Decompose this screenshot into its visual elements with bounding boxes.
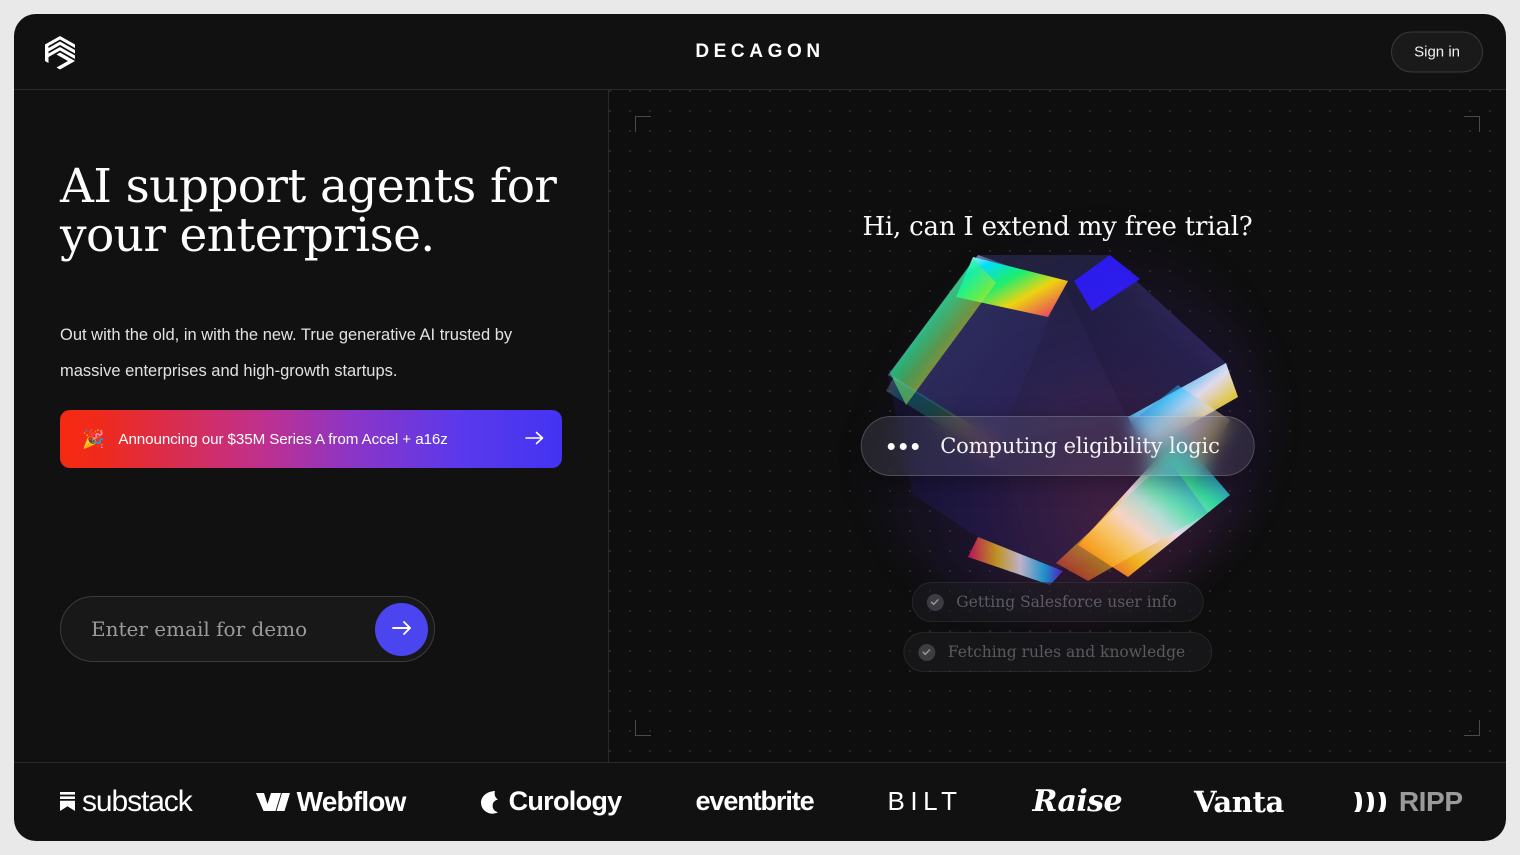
hero-section: AI support agents for your enterprise. O… (14, 90, 1506, 762)
corner-marker-top-right (1464, 116, 1480, 132)
sign-in-button[interactable]: Sign in (1391, 31, 1483, 72)
site-header: DECAGON Sign in (14, 14, 1506, 90)
logo-raise: Raise (1032, 784, 1123, 819)
brand-wordmark: DECAGON (695, 40, 825, 62)
logo-curology: Curology (480, 786, 622, 817)
webflow-mark-icon (255, 791, 290, 813)
decagon-hexagon-logo-icon[interactable] (38, 30, 82, 74)
demo-panel: Hi, can I extend my free trial? Computin… (609, 90, 1506, 762)
logo-bilt-label: BILT (887, 786, 963, 816)
completed-step-2-text: Fetching rules and knowledge (947, 643, 1186, 661)
iridescent-prism-polyhedron (847, 215, 1268, 615)
page-title: AI support agents for your enterprise. (60, 159, 557, 263)
corner-marker-bottom-right (1464, 720, 1480, 736)
customer-logo-bar: substack Webflow Curology eventbrite BIL… (14, 762, 1506, 840)
active-status-text: Computing eligibility logic (940, 434, 1220, 458)
logo-curology-label: Curology (508, 786, 623, 816)
logo-eventbrite-label: eventbrite (695, 786, 814, 816)
logo-raise-label: Raise (1032, 784, 1123, 819)
logo-eventbrite: eventbrite (695, 786, 814, 817)
demo-email-form (60, 596, 435, 662)
email-submit-button[interactable] (375, 602, 428, 656)
logo-rippling-label: RIPP (1398, 785, 1463, 817)
curology-mark-icon (480, 790, 502, 814)
logo-webflow: Webflow (255, 785, 407, 818)
substack-mark-icon (60, 792, 75, 811)
active-status-pill: Computing eligibility logic (860, 416, 1255, 476)
email-input[interactable] (91, 617, 375, 641)
landing-page: DECAGON Sign in AI support agents for yo… (14, 14, 1506, 841)
three-dots-typing-icon (887, 442, 919, 450)
logo-vanta-label: Vanta (1193, 784, 1284, 819)
announcement-banner[interactable]: 🎉 Announcing our $35M Series A from Acce… (60, 410, 562, 468)
arrow-right-icon (525, 430, 544, 449)
arrow-right-icon (391, 620, 413, 639)
party-popper-icon: 🎉 (82, 429, 105, 449)
rippling-mark-icon (1352, 790, 1392, 814)
logo-substack-label: substack (82, 784, 193, 818)
logo-vanta: Vanta (1194, 785, 1284, 819)
user-message: Hi, can I extend my free trial? (862, 212, 1253, 242)
logo-substack: substack (60, 784, 193, 819)
logo-rippling: RIPP (1352, 786, 1463, 818)
corner-marker-bottom-left (635, 720, 651, 736)
hero-subheading: Out with the old, in with the new. True … (60, 326, 513, 380)
hero-left-column: AI support agents for your enterprise. O… (14, 90, 609, 762)
completed-step-1-text: Getting Salesforce user info (956, 593, 1177, 611)
completed-step-2: Fetching rules and knowledge (902, 632, 1213, 672)
check-circle-icon (917, 643, 935, 661)
corner-marker-top-left (635, 116, 651, 132)
check-circle-icon (926, 593, 944, 611)
completed-step-1: Getting Salesforce user info (911, 582, 1204, 622)
logo-webflow-label: Webflow (296, 785, 407, 817)
logo-bilt: BILT (888, 786, 963, 817)
announcement-text: Announcing our $35M Series A from Accel … (118, 430, 448, 448)
